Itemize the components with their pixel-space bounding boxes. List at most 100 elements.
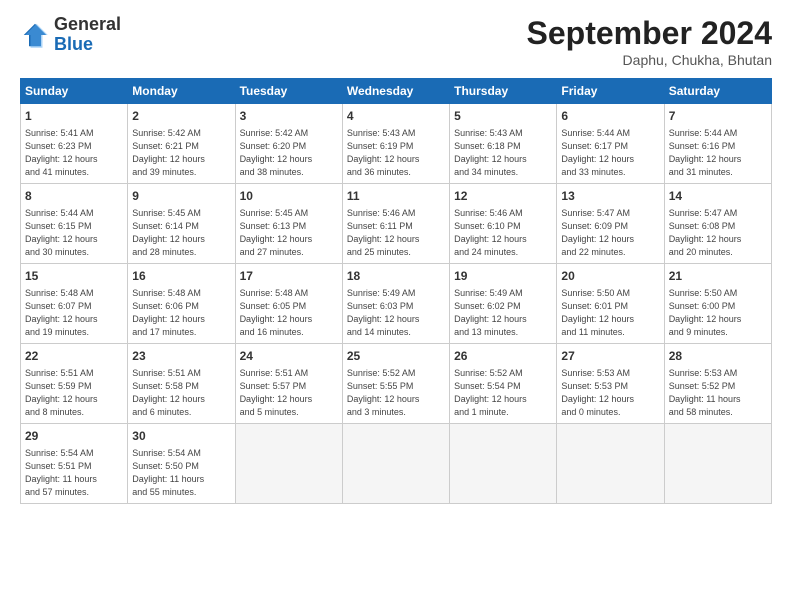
weekday-header: Tuesday xyxy=(235,79,342,104)
calendar-day-cell: 27Sunrise: 5:53 AM Sunset: 5:53 PM Dayli… xyxy=(557,343,664,423)
day-number: 7 xyxy=(669,108,767,125)
logo-icon xyxy=(20,20,50,50)
page-container: General Blue September 2024 Daphu, Chukh… xyxy=(0,0,792,514)
calendar-day-cell: 30 Sunrise: 5:54 AM Sunset: 5:50 PM Dayli… xyxy=(128,423,235,503)
day-info: Sunrise: 5:44 AM Sunset: 6:15 PM Dayligh… xyxy=(25,207,123,259)
day-number: 21 xyxy=(669,268,767,285)
day-number: 8 xyxy=(25,188,123,205)
day-info: Sunrise: 5:41 AM Sunset: 6:23 PM Dayligh… xyxy=(25,127,123,179)
day-info: Sunrise: 5:51 AM Sunset: 5:57 PM Dayligh… xyxy=(240,367,338,419)
day-info: Sunrise: 5:45 AM Sunset: 6:13 PM Dayligh… xyxy=(240,207,338,259)
calendar-day-cell: 17 Sunrise: 5:48 AM Sunset: 6:05 PM Dayli… xyxy=(235,263,342,343)
header: General Blue September 2024 Daphu, Chukh… xyxy=(20,15,772,68)
day-info: Sunrise: 5:45 AM Sunset: 6:14 PM Dayligh… xyxy=(132,207,230,259)
day-info: Sunrise: 5:50 AM Sunset: 6:01 PM Dayligh… xyxy=(561,287,659,339)
calendar-day-cell: 7 Sunrise: 5:44 AM Sunset: 6:16 PM Daylig… xyxy=(664,104,771,184)
calendar-day-cell: 18 Sunrise: 5:49 AM Sunset: 6:03 PM Dayli… xyxy=(342,263,449,343)
weekday-header: Thursday xyxy=(450,79,557,104)
day-info: Sunrise: 5:52 AM Sunset: 5:54 PM Dayligh… xyxy=(454,367,552,419)
day-number: 23 xyxy=(132,348,230,365)
day-number: 5 xyxy=(454,108,552,125)
calendar-week-row: 15 Sunrise: 5:48 AM Sunset: 6:07 PM Dayli… xyxy=(21,263,772,343)
day-info: Sunrise: 5:44 AM Sunset: 6:17 PM Dayligh… xyxy=(561,127,659,179)
day-number: 24 xyxy=(240,348,338,365)
calendar-week-row: 22 Sunrise: 5:51 AM Sunset: 5:59 PM Dayli… xyxy=(21,343,772,423)
day-number: 20 xyxy=(561,268,659,285)
day-number: 17 xyxy=(240,268,338,285)
day-number: 6 xyxy=(561,108,659,125)
day-info: Sunrise: 5:46 AM Sunset: 6:11 PM Dayligh… xyxy=(347,207,445,259)
day-number: 25 xyxy=(347,348,445,365)
day-info: Sunrise: 5:47 AM Sunset: 6:08 PM Dayligh… xyxy=(669,207,767,259)
day-number: 28 xyxy=(669,348,767,365)
day-number: 29 xyxy=(25,428,123,445)
day-number: 16 xyxy=(132,268,230,285)
day-number: 13 xyxy=(561,188,659,205)
day-info: Sunrise: 5:51 AM Sunset: 5:59 PM Dayligh… xyxy=(25,367,123,419)
calendar-day-cell: 26 Sunrise: 5:52 AM Sunset: 5:54 PM Dayli… xyxy=(450,343,557,423)
day-number: 26 xyxy=(454,348,552,365)
day-info: Sunrise: 5:48 AM Sunset: 6:07 PM Dayligh… xyxy=(25,287,123,339)
calendar-day-cell: 23 Sunrise: 5:51 AM Sunset: 5:58 PM Dayli… xyxy=(128,343,235,423)
calendar-day-cell: 11 Sunrise: 5:46 AM Sunset: 6:11 PM Dayli… xyxy=(342,183,449,263)
logo-general: General xyxy=(54,14,121,34)
calendar-day-cell: 14Sunrise: 5:47 AM Sunset: 6:08 PM Dayli… xyxy=(664,183,771,263)
calendar-day-cell: 8 Sunrise: 5:44 AM Sunset: 6:15 PM Daylig… xyxy=(21,183,128,263)
calendar-day-cell: 25 Sunrise: 5:52 AM Sunset: 5:55 PM Dayli… xyxy=(342,343,449,423)
day-info: Sunrise: 5:51 AM Sunset: 5:58 PM Dayligh… xyxy=(132,367,230,419)
weekday-header: Friday xyxy=(557,79,664,104)
calendar-day-cell: 22 Sunrise: 5:51 AM Sunset: 5:59 PM Dayli… xyxy=(21,343,128,423)
day-info: Sunrise: 5:46 AM Sunset: 6:10 PM Dayligh… xyxy=(454,207,552,259)
weekday-header: Monday xyxy=(128,79,235,104)
day-number: 19 xyxy=(454,268,552,285)
calendar-day-cell: 2 Sunrise: 5:42 AM Sunset: 6:21 PM Daylig… xyxy=(128,104,235,184)
weekday-header: Wednesday xyxy=(342,79,449,104)
calendar-table: SundayMondayTuesdayWednesdayThursdayFrid… xyxy=(20,78,772,504)
calendar-week-row: 8 Sunrise: 5:44 AM Sunset: 6:15 PM Daylig… xyxy=(21,183,772,263)
day-number: 11 xyxy=(347,188,445,205)
calendar-day-cell: 15 Sunrise: 5:48 AM Sunset: 6:07 PM Dayli… xyxy=(21,263,128,343)
weekday-header: Saturday xyxy=(664,79,771,104)
day-info: Sunrise: 5:53 AM Sunset: 5:52 PM Dayligh… xyxy=(669,367,767,419)
day-info: Sunrise: 5:48 AM Sunset: 6:05 PM Dayligh… xyxy=(240,287,338,339)
day-info: Sunrise: 5:52 AM Sunset: 5:55 PM Dayligh… xyxy=(347,367,445,419)
day-number: 15 xyxy=(25,268,123,285)
day-number: 30 xyxy=(132,428,230,445)
day-info: Sunrise: 5:50 AM Sunset: 6:00 PM Dayligh… xyxy=(669,287,767,339)
title-block: September 2024 Daphu, Chukha, Bhutan xyxy=(527,15,772,68)
day-info: Sunrise: 5:42 AM Sunset: 6:21 PM Dayligh… xyxy=(132,127,230,179)
day-info: Sunrise: 5:44 AM Sunset: 6:16 PM Dayligh… xyxy=(669,127,767,179)
day-info: Sunrise: 5:48 AM Sunset: 6:06 PM Dayligh… xyxy=(132,287,230,339)
calendar-day-cell: 3Sunrise: 5:42 AM Sunset: 6:20 PM Daylig… xyxy=(235,104,342,184)
calendar-day-cell: 16 Sunrise: 5:48 AM Sunset: 6:06 PM Dayli… xyxy=(128,263,235,343)
location-subtitle: Daphu, Chukha, Bhutan xyxy=(527,52,772,68)
calendar-day-cell xyxy=(342,423,449,503)
logo: General Blue xyxy=(20,15,121,55)
weekday-header: Sunday xyxy=(21,79,128,104)
calendar-day-cell: 4 Sunrise: 5:43 AM Sunset: 6:19 PM Daylig… xyxy=(342,104,449,184)
calendar-day-cell: 5 Sunrise: 5:43 AM Sunset: 6:18 PM Daylig… xyxy=(450,104,557,184)
calendar-day-cell: 21 Sunrise: 5:50 AM Sunset: 6:00 PM Dayli… xyxy=(664,263,771,343)
day-number: 10 xyxy=(240,188,338,205)
calendar-day-cell: 1Sunrise: 5:41 AM Sunset: 6:23 PM Daylig… xyxy=(21,104,128,184)
day-number: 22 xyxy=(25,348,123,365)
day-info: Sunrise: 5:43 AM Sunset: 6:19 PM Dayligh… xyxy=(347,127,445,179)
calendar-day-cell: 12 Sunrise: 5:46 AM Sunset: 6:10 PM Dayli… xyxy=(450,183,557,263)
calendar-day-cell: 19 Sunrise: 5:49 AM Sunset: 6:02 PM Dayli… xyxy=(450,263,557,343)
day-info: Sunrise: 5:43 AM Sunset: 6:18 PM Dayligh… xyxy=(454,127,552,179)
month-title: September 2024 xyxy=(527,15,772,52)
day-info: Sunrise: 5:49 AM Sunset: 6:03 PM Dayligh… xyxy=(347,287,445,339)
calendar-day-cell xyxy=(235,423,342,503)
day-number: 12 xyxy=(454,188,552,205)
logo-text: General Blue xyxy=(54,15,121,55)
day-info: Sunrise: 5:49 AM Sunset: 6:02 PM Dayligh… xyxy=(454,287,552,339)
day-number: 18 xyxy=(347,268,445,285)
day-info: Sunrise: 5:47 AM Sunset: 6:09 PM Dayligh… xyxy=(561,207,659,259)
day-number: 9 xyxy=(132,188,230,205)
calendar-week-row: 29Sunrise: 5:54 AM Sunset: 5:51 PM Dayli… xyxy=(21,423,772,503)
day-info: Sunrise: 5:53 AM Sunset: 5:53 PM Dayligh… xyxy=(561,367,659,419)
day-number: 3 xyxy=(240,108,338,125)
day-info: Sunrise: 5:54 AM Sunset: 5:50 PM Dayligh… xyxy=(132,447,230,499)
day-number: 4 xyxy=(347,108,445,125)
day-number: 2 xyxy=(132,108,230,125)
